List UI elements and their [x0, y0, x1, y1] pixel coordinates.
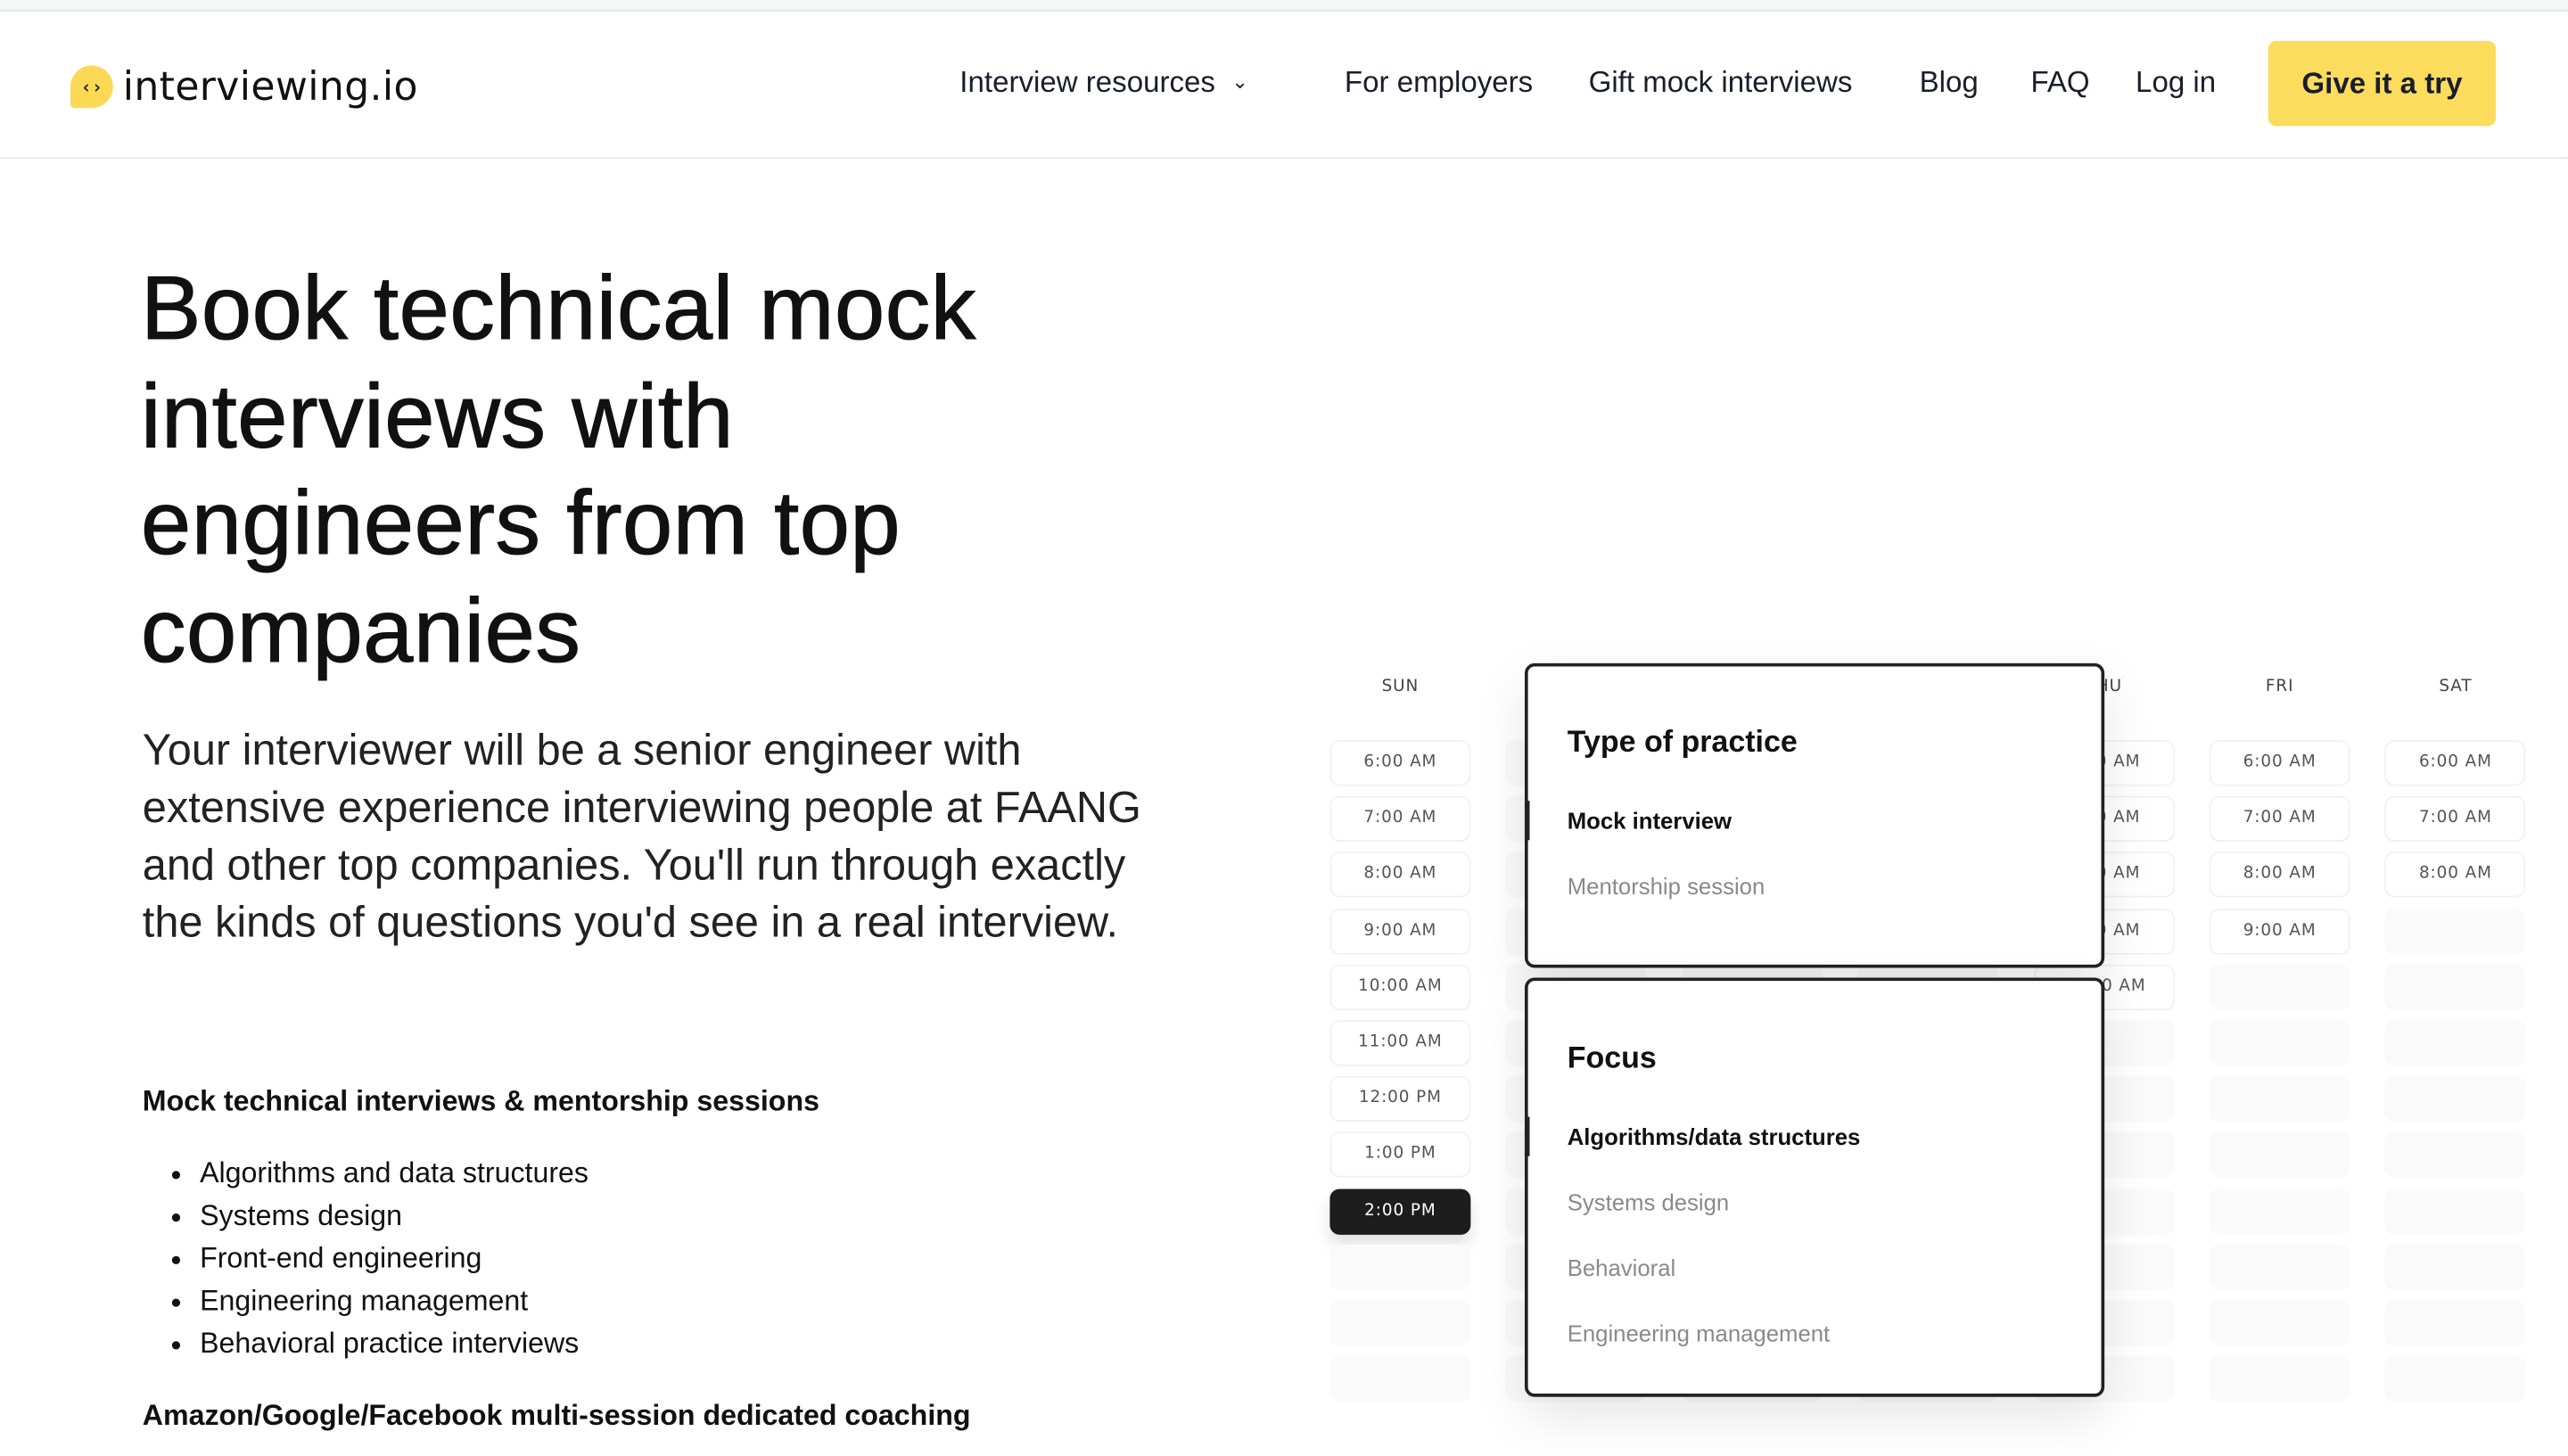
offerings-list: Algorithms and data structures Systems d… — [170, 1151, 588, 1364]
time-slot[interactable]: 9:00 AM — [2209, 908, 2350, 955]
time-slot-empty — [2209, 1020, 2350, 1066]
time-slot-empty — [2384, 1244, 2526, 1290]
nav-gift-mock-interviews[interactable]: Gift mock interviews — [1589, 65, 1853, 100]
time-slot-empty — [1329, 1300, 1471, 1346]
time-slot-empty — [1329, 1244, 1471, 1290]
nav-for-employers[interactable]: For employers — [1345, 65, 1533, 100]
option-behavioral[interactable]: Behavioral — [1568, 1254, 1676, 1280]
card-title: Type of practice — [1567, 723, 1798, 759]
time-slot-empty — [2384, 1188, 2526, 1235]
nav-faq[interactable]: FAQ — [2031, 65, 2090, 100]
time-slot-empty — [2209, 964, 2350, 1010]
option-mentorship-session[interactable]: Mentorship session — [1568, 873, 1766, 899]
hero-lead: Your interviewer will be a senior engine… — [142, 725, 1141, 947]
logo-text: interviewing.io — [122, 63, 418, 111]
time-slot[interactable]: 6:00 AM — [1329, 740, 1471, 786]
time-slot-empty — [2384, 1020, 2526, 1066]
logo-link[interactable]: ‹› interviewing.io — [70, 64, 418, 110]
time-slot-empty — [2384, 908, 2526, 955]
section-title-mock: Mock technical interviews & mentorship s… — [142, 1083, 819, 1117]
time-slot[interactable]: 8:00 AM — [2209, 851, 2350, 899]
time-slot[interactable]: 7:00 AM — [1329, 795, 1471, 843]
nav-login[interactable]: Log in — [2136, 65, 2216, 100]
time-slot-empty — [2384, 1300, 2526, 1346]
nav-interview-resources[interactable]: Interview resources ⌄ — [959, 65, 1247, 100]
time-slot[interactable]: 8:00 AM — [1329, 851, 1471, 899]
navbar: ‹› interviewing.io Interview resources ⌄ … — [0, 12, 2568, 160]
list-item: Engineering management — [200, 1279, 588, 1321]
time-slot[interactable]: 2:00 PM — [1329, 1188, 1471, 1235]
time-slot-empty — [2384, 1076, 2526, 1123]
card-title: Focus — [1567, 1040, 1657, 1074]
page: ‹› interviewing.io Interview resources ⌄ … — [0, 0, 2568, 1456]
day-header: SUN — [1381, 678, 1420, 696]
nav-label: Interview resources — [959, 65, 1215, 99]
option-engineering-management[interactable]: Engineering management — [1568, 1320, 1831, 1345]
time-slot[interactable]: 7:00 AM — [2209, 795, 2350, 843]
chevron-down-icon: ⌄ — [1231, 70, 1248, 94]
logo-code-icon: ‹› — [70, 65, 113, 109]
option-systems-design[interactable]: Systems design — [1568, 1189, 1730, 1214]
option-algorithms[interactable]: Algorithms/data structures — [1524, 1116, 1860, 1156]
hero-title: Book technical mock interviews with engi… — [140, 257, 976, 681]
time-slot[interactable]: 9:00 AM — [1329, 908, 1471, 955]
give-it-a-try-button[interactable]: Give it a try — [2268, 40, 2497, 127]
time-slot[interactable]: 12:00 PM — [1329, 1076, 1471, 1123]
time-slot-empty — [2209, 1356, 2350, 1403]
time-slot-empty — [1329, 1356, 1471, 1403]
day-header: FRI — [2265, 678, 2294, 696]
nav-blog[interactable]: Blog — [1920, 65, 1979, 100]
time-slot-empty — [2209, 1244, 2350, 1290]
time-slot-empty — [2209, 1188, 2350, 1235]
section-title-coaching: Amazon/Google/Facebook multi-session ded… — [142, 1398, 971, 1432]
top-strip — [0, 0, 2568, 12]
time-slot-empty — [2209, 1076, 2350, 1123]
time-slot-empty — [2209, 1131, 2350, 1179]
option-mock-interview[interactable]: Mock interview — [1524, 801, 1732, 841]
time-slot[interactable]: 6:00 AM — [2209, 740, 2350, 786]
focus-card: Focus Algorithms/data structures Systems… — [1524, 977, 2105, 1397]
time-slot-empty — [2209, 1300, 2350, 1346]
time-slot-empty — [2384, 1356, 2526, 1403]
time-slot-empty — [2384, 1131, 2526, 1179]
list-item: Systems design — [200, 1194, 588, 1237]
time-slot[interactable]: 7:00 AM — [2384, 795, 2526, 843]
day-header: SAT — [2439, 678, 2473, 696]
time-slot[interactable]: 10:00 AM — [1329, 964, 1471, 1010]
type-of-practice-card: Type of practice Mock interview Mentorsh… — [1524, 662, 2105, 968]
time-slot-empty — [2384, 964, 2526, 1010]
time-slot[interactable]: 6:00 AM — [2384, 740, 2526, 786]
time-slot[interactable]: 8:00 AM — [2384, 851, 2526, 899]
list-item: Behavioral practice interviews — [200, 1321, 588, 1364]
time-slot[interactable]: 11:00 AM — [1329, 1020, 1471, 1066]
time-slot[interactable]: 1:00 PM — [1329, 1131, 1471, 1179]
list-item: Algorithms and data structures — [200, 1151, 588, 1194]
list-item: Front-end engineering — [200, 1237, 588, 1279]
